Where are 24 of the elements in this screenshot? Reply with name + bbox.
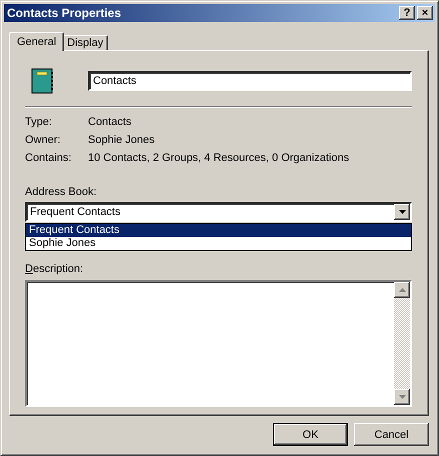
address-book-dropdown[interactable]: Frequent Contacts	[25, 202, 412, 222]
info-label: Owner:	[25, 134, 62, 146]
info-label: Type:	[25, 116, 53, 128]
help-button[interactable]: ?	[399, 6, 415, 20]
description-label: Description:	[25, 263, 84, 275]
window-title: Contacts Properties	[7, 6, 122, 20]
address-book-label: Address Book:	[25, 186, 98, 198]
tab[interactable]: Display	[62, 35, 108, 50]
cancel-button[interactable]: Cancel	[354, 423, 429, 446]
info-label: Contains:	[25, 152, 72, 164]
scrollbar[interactable]	[394, 282, 410, 405]
dropdown-option[interactable]: Sophie Jones	[26, 237, 411, 250]
tab[interactable]: General	[9, 32, 64, 51]
name-field[interactable]: Contacts	[88, 71, 412, 91]
ok-button[interactable]: OK	[273, 423, 348, 446]
info-value: Contacts	[88, 116, 132, 128]
description-field[interactable]	[25, 280, 412, 407]
close-button[interactable]: ×	[417, 6, 433, 20]
info-value: Sophie Jones	[88, 134, 156, 146]
info-value: 10 Contacts, 2 Groups, 4 Resources, 0 Organizations	[88, 152, 350, 164]
dropdown-option[interactable]: Frequent Contacts	[26, 224, 411, 237]
address-book-icon	[30, 68, 54, 94]
scroll-down-icon[interactable]	[398, 395, 406, 399]
scroll-up-icon[interactable]	[398, 288, 406, 292]
